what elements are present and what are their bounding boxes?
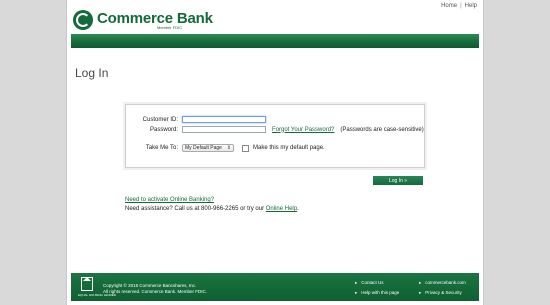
forgot-password-link[interactable]: Forgot Your Password?	[272, 127, 334, 133]
commerce-bank-logo[interactable]: Commerce Bank Member FDIC	[73, 8, 213, 32]
customer-id-input[interactable]	[182, 116, 266, 123]
header-green-bar	[71, 34, 479, 48]
customer-id-row: Customer ID:	[126, 116, 266, 123]
chevron-updown-icon: ⇕	[226, 145, 231, 151]
online-help-link[interactable]: Online Help	[266, 206, 297, 212]
rights-text: All rights reserved. Commerce Bank. Memb…	[103, 289, 208, 294]
assistance-text-line: Need assistance? Call us at 800-966-2265…	[125, 205, 299, 214]
footer: EQUAL HOUSING LENDER Copyright © 2015 Co…	[71, 273, 479, 301]
help-link[interactable]: Help	[465, 3, 477, 9]
contact-us-link[interactable]: Contact Us	[361, 280, 383, 285]
page-container: Home | Help Commerce Bank Member FDIC Log …	[66, 0, 484, 305]
arrow-icon: ▸	[355, 290, 358, 295]
assistance-text: Need assistance? Call us at 800-966-2265…	[125, 206, 265, 212]
logo-mark-icon	[73, 10, 93, 30]
footer-links-col2: ▸ commercebank.com ▸ Privacy & Security	[419, 278, 466, 298]
help-with-page-link[interactable]: Help with this page	[361, 290, 399, 295]
customer-id-label: Customer ID:	[142, 116, 178, 123]
password-input[interactable]	[182, 126, 266, 133]
link-separator: |	[460, 3, 462, 9]
default-page-label: Make this my default page.	[253, 145, 325, 151]
footer-links-col1: ▸ Contact Us ▸ Help with this page	[355, 278, 399, 298]
take-me-to-row: Take Me To: My Default Page ⇕ Make this …	[126, 144, 325, 152]
commercebank-link[interactable]: commercebank.com	[425, 280, 466, 285]
privacy-security-link[interactable]: Privacy & Security	[425, 290, 462, 295]
assistance-period: .	[297, 206, 299, 212]
copyright-block: Copyright © 2015 Commerce Bancshares, In…	[103, 283, 207, 295]
equal-housing-lender-icon	[81, 277, 93, 291]
password-row: Password: Forgot Your Password? (Passwor…	[126, 126, 424, 133]
arrow-icon: ▸	[419, 290, 422, 295]
arrow-icon: ▸	[419, 280, 422, 285]
default-page-checkbox[interactable]	[242, 144, 249, 152]
take-me-to-label: Take Me To:	[145, 145, 178, 151]
take-me-to-select[interactable]: My Default Page ⇕	[182, 144, 234, 152]
home-link[interactable]: Home	[441, 3, 457, 9]
login-button[interactable]: Log In »	[373, 176, 423, 185]
logo-text: Commerce Bank Member FDIC	[97, 11, 213, 30]
page-title: Log In	[75, 66, 109, 80]
help-area: Need to activate Online Banking? Need as…	[125, 196, 299, 214]
logo-name: Commerce Bank	[97, 9, 213, 27]
password-label: Password:	[149, 126, 178, 133]
activate-online-banking-link[interactable]: Need to activate Online Banking?	[125, 196, 299, 205]
top-links: Home | Help	[441, 3, 477, 9]
take-me-to-value: My Default Page	[185, 145, 222, 151]
arrow-icon: ▸	[355, 280, 358, 285]
case-sensitive-note: (Passwords are case-sensitive)	[340, 126, 424, 133]
login-form: Customer ID: Password: Forgot Your Passw…	[125, 104, 425, 168]
